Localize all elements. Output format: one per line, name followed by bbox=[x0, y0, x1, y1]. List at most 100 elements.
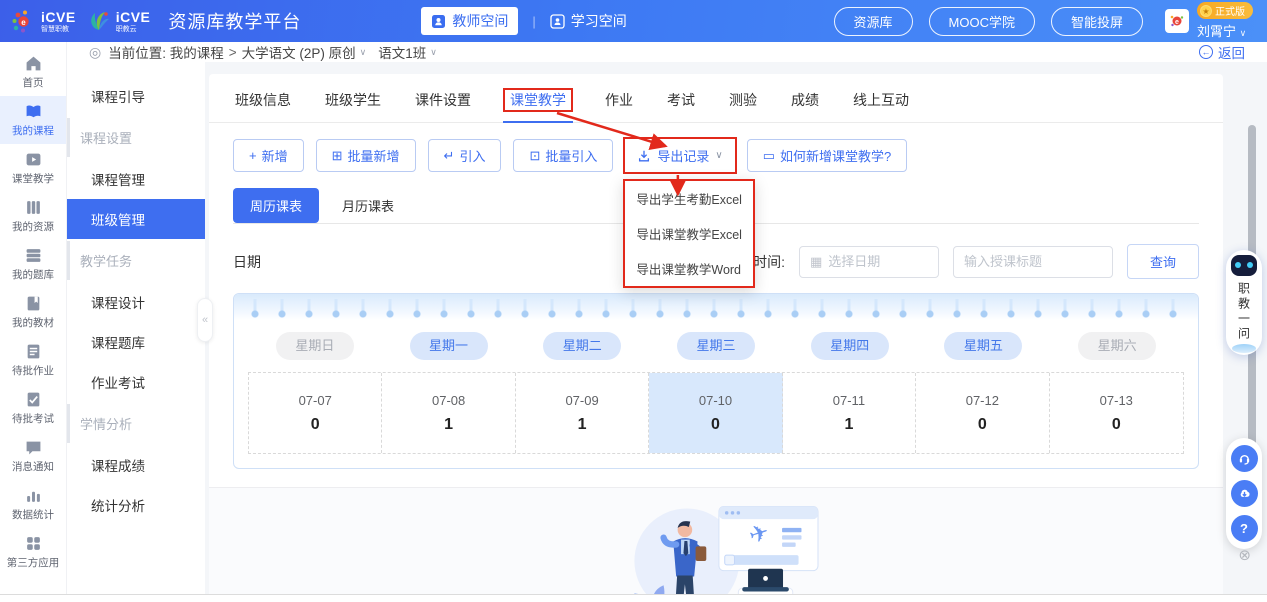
day-pill-wednesday[interactable]: 星期三 bbox=[677, 332, 755, 360]
plus-icon: + bbox=[249, 148, 257, 163]
sidebar-item-third-party-apps[interactable]: 第三方应用 bbox=[0, 528, 66, 576]
breadcrumb-location: 当前位置: 我的课程 bbox=[108, 42, 224, 62]
tab-homework[interactable]: 作业 bbox=[603, 86, 635, 122]
day-pill-tuesday[interactable]: 星期二 bbox=[543, 332, 621, 360]
sidebar-item-my-question-bank[interactable]: 我的题库 bbox=[0, 240, 66, 288]
tab-classroom-teaching[interactable]: 课堂教学 bbox=[503, 86, 573, 122]
tab-online-interaction[interactable]: 线上互动 bbox=[851, 86, 911, 122]
date-cell-07-08[interactable]: 07-081 bbox=[382, 373, 515, 453]
cloud-download-icon bbox=[1237, 486, 1252, 501]
tab-weekly-schedule[interactable]: 周历课表 bbox=[233, 188, 319, 223]
date-cell-07-07[interactable]: 07-070 bbox=[249, 373, 382, 453]
menu-item-course-grades[interactable]: 课程成绩 bbox=[67, 445, 205, 485]
shell-logo-icon bbox=[86, 8, 112, 34]
tab-quiz[interactable]: 测验 bbox=[727, 86, 759, 122]
date-input[interactable] bbox=[828, 254, 928, 269]
homework-icon bbox=[25, 343, 42, 360]
date-cell-07-11[interactable]: 07-111 bbox=[783, 373, 916, 453]
batch-add-icon: ⊞ bbox=[332, 148, 343, 164]
help-button[interactable]: ? bbox=[1231, 515, 1258, 542]
menu-item-export-attendance-excel[interactable]: 导出学生考勤Excel bbox=[625, 181, 753, 216]
sidebar-item-my-courses[interactable]: 我的课程 bbox=[0, 96, 66, 144]
tab-class-students[interactable]: 班级学生 bbox=[323, 86, 383, 122]
assistant-widget[interactable]: 职教一问 bbox=[1226, 250, 1262, 355]
learning-space-icon bbox=[550, 14, 565, 29]
chevron-down-icon: ∨ bbox=[430, 47, 437, 58]
date-cell-07-12[interactable]: 07-120 bbox=[916, 373, 1049, 453]
customer-service-button[interactable] bbox=[1231, 445, 1258, 472]
day-pill-sunday[interactable]: 星期日 bbox=[276, 332, 354, 360]
sidebar-item-home[interactable]: 首页 bbox=[0, 48, 66, 96]
user-cluster: e ★ 正式版 刘霄宁 ∨ bbox=[1165, 2, 1253, 40]
day-pill-friday[interactable]: 星期五 bbox=[944, 332, 1022, 360]
sidebar-item-data-statistics[interactable]: 数据统计 bbox=[0, 480, 66, 528]
close-floating-icon[interactable]: ⊗ bbox=[1238, 546, 1251, 564]
time-label: 时间: bbox=[753, 252, 785, 272]
assistant-label: 职教一问 bbox=[1236, 282, 1253, 342]
download-center-button[interactable] bbox=[1231, 480, 1258, 507]
menu-item-course-design[interactable]: 课程设计 bbox=[67, 282, 205, 322]
logo1-text: iCVE bbox=[41, 10, 76, 24]
empty-state: ✈ bbox=[209, 487, 1223, 602]
courses-icon bbox=[25, 103, 42, 120]
sidebar-item-pending-exams[interactable]: 待批考试 bbox=[0, 384, 66, 432]
user-menu[interactable]: 刘霄宁 ∨ bbox=[1197, 21, 1246, 40]
toolbar: +新增 ⊞批量新增 ↵引入 ⊡批量引入 导出记录 ∨ bbox=[209, 123, 1223, 172]
apps-icon bbox=[25, 535, 42, 552]
mooc-academy-link[interactable]: MOOC学院 bbox=[929, 7, 1035, 36]
menu-item-homework-exam[interactable]: 作业考试 bbox=[67, 362, 205, 402]
svg-text:e: e bbox=[1175, 19, 1179, 26]
menu-item-course-question-bank[interactable]: 课程题库 bbox=[67, 322, 205, 362]
back-arrow-icon: ← bbox=[1199, 45, 1213, 59]
day-pill-saturday[interactable]: 星期六 bbox=[1078, 332, 1156, 360]
robot-icon bbox=[1231, 255, 1257, 276]
day-pill-thursday[interactable]: 星期四 bbox=[811, 332, 889, 360]
platform-title: 资源库教学平台 bbox=[168, 8, 301, 34]
sidebar-item-pending-homework[interactable]: 待批作业 bbox=[0, 336, 66, 384]
batch-import-button[interactable]: ⊡批量引入 bbox=[513, 139, 613, 172]
menu-item-course-guide[interactable]: 课程引导 bbox=[67, 76, 205, 116]
menu-item-course-management[interactable]: 课程管理 bbox=[67, 159, 205, 199]
menu-item-export-teaching-word[interactable]: 导出课堂教学Word bbox=[625, 251, 753, 286]
tab-class-info[interactable]: 班级信息 bbox=[233, 86, 293, 122]
back-button[interactable]: ← 返回 bbox=[1199, 42, 1245, 62]
date-picker[interactable]: ▦ bbox=[799, 246, 939, 278]
sidebar-collapse-button[interactable]: « bbox=[197, 298, 213, 342]
search-button[interactable]: 查询 bbox=[1127, 244, 1199, 279]
teacher-space-button[interactable]: 教师空间 bbox=[421, 7, 518, 35]
menu-item-statistical-analysis[interactable]: 统计分析 bbox=[67, 485, 205, 525]
sidebar-item-messages[interactable]: 消息通知 bbox=[0, 432, 66, 480]
date-cell-07-13[interactable]: 07-130 bbox=[1050, 373, 1183, 453]
app-icon[interactable]: e bbox=[1165, 9, 1189, 33]
top-right-cluster: 资源库 MOOC学院 智能投屏 e ★ 正式版 刘霄宁 ∨ bbox=[834, 2, 1253, 40]
menu-item-class-management[interactable]: 班级管理 bbox=[67, 199, 205, 239]
tab-grades[interactable]: 成绩 bbox=[789, 86, 821, 122]
sidebar-item-classroom-teaching[interactable]: 课堂教学 bbox=[0, 144, 66, 192]
tab-monthly-schedule[interactable]: 月历课表 bbox=[325, 188, 411, 223]
logo1-subtext: 智慧职教 bbox=[41, 26, 76, 33]
batch-add-button[interactable]: ⊞批量新增 bbox=[316, 139, 416, 172]
smart-casting-link[interactable]: 智能投屏 bbox=[1051, 7, 1143, 36]
class-selector[interactable]: 语文1班 bbox=[378, 42, 426, 62]
how-to-add-button[interactable]: ▭如何新增课堂教学? bbox=[747, 139, 908, 172]
window-icon: ▭ bbox=[763, 148, 775, 164]
date-cell-07-09[interactable]: 07-091 bbox=[516, 373, 649, 453]
tab-exam[interactable]: 考试 bbox=[665, 86, 697, 122]
date-cell-07-10-today[interactable]: 07-100 bbox=[649, 373, 782, 453]
top-bar: e iCVE智慧职教 iCVE职教云 资源库教学平台 教师空间 | 学习空间 bbox=[0, 0, 1267, 42]
textbook-icon bbox=[25, 295, 42, 312]
title-input[interactable] bbox=[964, 254, 1102, 269]
sidebar-item-my-resources[interactable]: 我的资源 bbox=[0, 192, 66, 240]
day-pill-monday[interactable]: 星期一 bbox=[410, 332, 488, 360]
menu-item-export-teaching-excel[interactable]: 导出课堂教学Excel bbox=[625, 216, 753, 251]
learning-space-link[interactable]: 学习空间 bbox=[550, 11, 627, 31]
title-search-field[interactable] bbox=[953, 246, 1113, 278]
sidebar-item-my-textbooks[interactable]: 我的教材 bbox=[0, 288, 66, 336]
resource-library-link[interactable]: 资源库 bbox=[834, 7, 913, 36]
export-records-button[interactable]: 导出记录 ∨ bbox=[625, 139, 734, 172]
tab-courseware-settings[interactable]: 课件设置 bbox=[413, 86, 473, 122]
import-button[interactable]: ↵引入 bbox=[428, 139, 502, 172]
breadcrumb: ◎ 当前位置: 我的课程 > 大学语文 (2P) 原创 ∨ 语文1班 ∨ ← 返… bbox=[67, 42, 1267, 62]
add-button[interactable]: +新增 bbox=[233, 139, 304, 172]
course-selector[interactable]: 大学语文 (2P) 原创 bbox=[242, 42, 356, 62]
